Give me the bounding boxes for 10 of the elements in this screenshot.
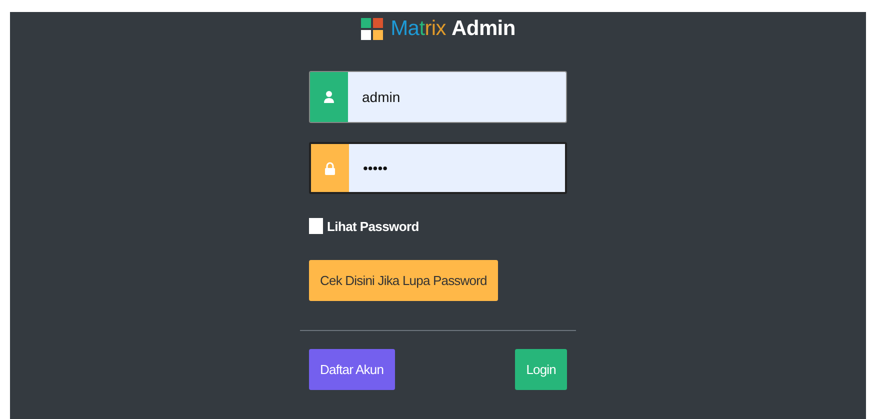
- checkbox[interactable]: [309, 218, 323, 234]
- lock-icon: [325, 162, 335, 174]
- user-icon: [324, 91, 334, 103]
- register-button[interactable]: Daftar Akun: [309, 349, 395, 390]
- checkbox-label: Lihat Password: [327, 218, 419, 234]
- forgot-password-button[interactable]: Cek Disini Jika Lupa Password: [309, 260, 498, 301]
- logo-icon: [360, 18, 383, 40]
- username-field[interactable]: admin: [309, 71, 567, 123]
- password-field[interactable]: •••••: [309, 142, 567, 194]
- app-title: Matrix Admin: [390, 17, 516, 41]
